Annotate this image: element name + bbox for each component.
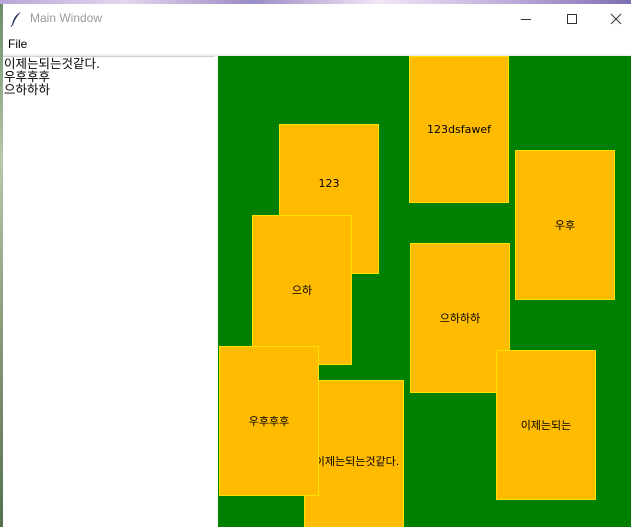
card-label: 이제는되는것같다. [314, 455, 400, 468]
card-label: 우후 [554, 219, 576, 232]
card[interactable]: 우후 [515, 150, 615, 300]
card[interactable]: 으하하하 [410, 243, 510, 393]
card-label: 123dsfawef [427, 123, 491, 136]
card-label: 으하 [291, 284, 313, 297]
card-label: 이제는되는 [520, 419, 572, 432]
card[interactable]: 이제는되는것같다. [304, 380, 404, 527]
window-title: Main Window [30, 11, 103, 25]
text-line: 으하하하 [4, 82, 51, 97]
card-canvas[interactable]: 123dsfawef 123 우후 으하 으하하하 이제는되는것같다. 우후후후… [218, 56, 631, 527]
maximize-button[interactable] [549, 4, 595, 34]
main-window: Main Window File 이제는되는것같다. 우후후후 으하하하 123… [3, 4, 631, 528]
card[interactable]: 123dsfawef [409, 56, 509, 203]
feather-icon [9, 11, 25, 27]
close-button[interactable] [593, 4, 631, 34]
text-editor[interactable]: 이제는되는것같다. 우후후후 으하하하 [3, 56, 215, 528]
card[interactable]: 이제는되는 [496, 350, 596, 500]
card-label: 우후후후 [248, 415, 290, 428]
card-label: 123 [318, 176, 340, 190]
maximize-icon [567, 14, 577, 24]
title-bar[interactable]: Main Window [3, 4, 631, 34]
menu-file[interactable]: File [8, 37, 27, 51]
minimize-button[interactable] [503, 4, 549, 34]
card[interactable]: 으하 [252, 215, 352, 365]
card[interactable]: 우후후후 [219, 346, 319, 496]
card-label: 으하하하 [439, 312, 481, 325]
close-icon [610, 13, 622, 25]
menu-bar: File [3, 34, 631, 54]
minimize-icon [521, 19, 531, 20]
